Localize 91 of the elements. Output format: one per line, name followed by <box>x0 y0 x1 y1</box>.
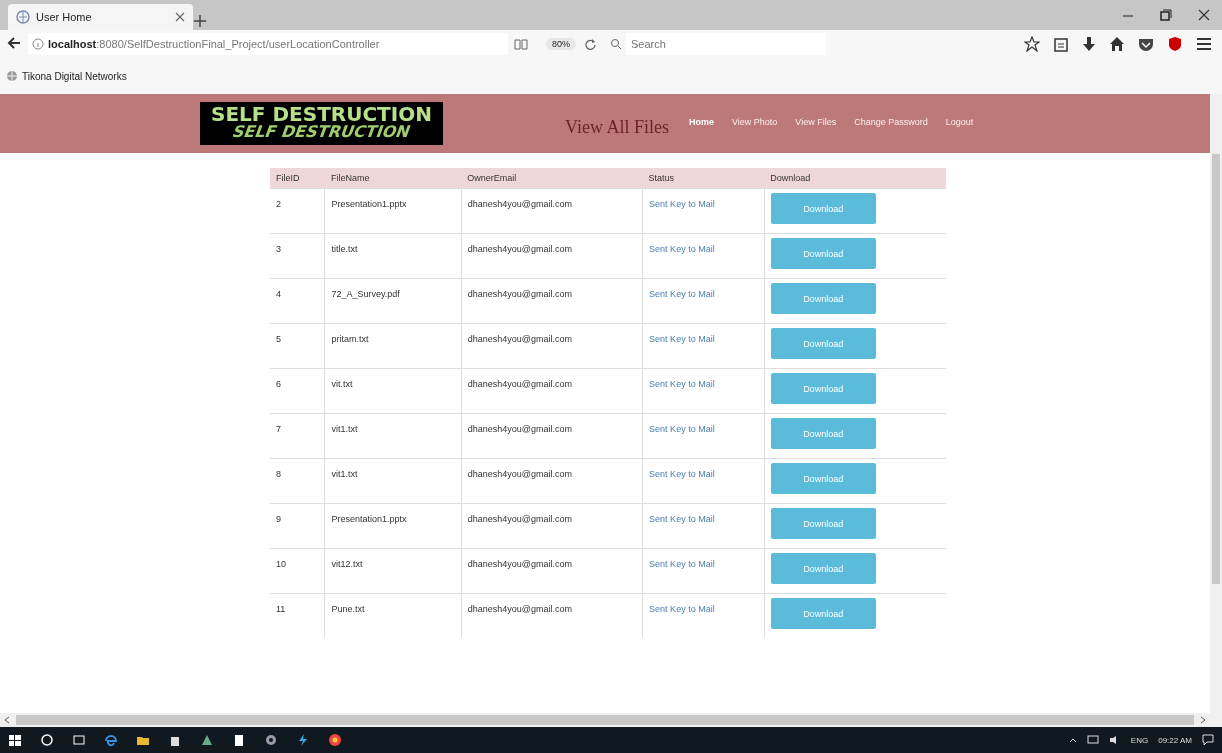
nav-link[interactable]: View Files <box>795 116 837 127</box>
nav-link[interactable]: View Photo <box>731 116 778 127</box>
status-link[interactable]: Sent Key to Mail <box>649 604 715 614</box>
clipboard-icon[interactable] <box>1054 36 1068 52</box>
status-link[interactable]: Sent Key to Mail <box>649 199 715 209</box>
column-header: Download <box>764 168 946 189</box>
lightning-icon[interactable] <box>296 733 310 747</box>
column-header: FileID <box>270 168 325 189</box>
table-cell: dhanesh4you@gmail.com <box>467 379 572 389</box>
table-cell: dhanesh4you@gmail.com <box>467 244 572 254</box>
download-icon[interactable] <box>1082 36 1096 52</box>
chrome-icon[interactable] <box>328 733 342 747</box>
table-cell: dhanesh4you@gmail.com <box>467 334 572 344</box>
vertical-scrollbar[interactable] <box>1210 94 1222 727</box>
column-header: Status <box>642 168 765 189</box>
status-link[interactable]: Sent Key to Mail <box>649 469 715 479</box>
table-cell: 2 <box>276 199 281 209</box>
page-title: View All Files <box>565 117 669 138</box>
table-cell: 6 <box>276 379 281 389</box>
table-cell: dhanesh4you@gmail.com <box>467 424 572 434</box>
windows-icon[interactable] <box>8 733 22 747</box>
browser-icon[interactable] <box>104 733 118 747</box>
table-cell: 8 <box>276 469 281 479</box>
notification-icon[interactable] <box>1202 734 1214 746</box>
search-icon <box>610 38 622 50</box>
task-view-icon[interactable] <box>72 733 86 747</box>
scroll-left-icon[interactable] <box>4 716 10 724</box>
horizontal-scrollbar[interactable] <box>0 713 1210 727</box>
nav-link[interactable]: Home <box>688 116 714 127</box>
table-cell: 3 <box>276 244 281 254</box>
scroll-right-icon[interactable] <box>1200 716 1206 724</box>
table-cell: 4 <box>276 289 281 299</box>
table-cell: 7 <box>276 424 281 434</box>
table-cell: title.txt <box>331 244 358 254</box>
home-icon[interactable] <box>1110 36 1124 52</box>
menu-icon[interactable] <box>1196 37 1212 51</box>
table-cell: dhanesh4you@gmail.com <box>467 514 572 524</box>
table-cell: dhanesh4you@gmail.com <box>467 604 572 614</box>
table-cell: Presentation1.pptx <box>331 514 407 524</box>
close-icon[interactable] <box>1198 9 1210 21</box>
table-cell: dhanesh4you@gmail.com <box>467 469 572 479</box>
shield-icon[interactable] <box>1168 36 1182 52</box>
table-cell: 72_A_Survey.pdf <box>331 289 400 299</box>
chevron-up-icon[interactable] <box>1068 737 1077 743</box>
zoom-level[interactable]: 80% <box>546 38 576 50</box>
plus-icon[interactable] <box>193 14 207 28</box>
table-cell: 11 <box>276 604 286 614</box>
status-link[interactable]: Sent Key to Mail <box>649 379 715 389</box>
table-cell: vit1.txt <box>331 424 358 434</box>
table-cell: pritam.txt <box>331 334 369 344</box>
language-indicator[interactable]: ENG <box>1130 735 1149 745</box>
table-cell: 9 <box>276 514 281 524</box>
reload-icon[interactable] <box>584 38 596 50</box>
table-cell: 10 <box>276 559 286 569</box>
table-cell: vit.txt <box>331 379 353 389</box>
clock[interactable]: 09:22 AM <box>1158 735 1192 745</box>
app-icon[interactable] <box>200 733 214 747</box>
table-cell: dhanesh4you@gmail.com <box>467 289 572 299</box>
table-cell: vit12.txt <box>331 559 363 569</box>
nav-link[interactable]: Change Password <box>854 116 928 127</box>
table-cell: dhanesh4you@gmail.com <box>467 199 572 209</box>
status-link[interactable]: Sent Key to Mail <box>649 559 715 569</box>
column-header: OwnerEmail <box>461 168 643 189</box>
bookmark-link[interactable]: Tikona Digital Networks <box>6 70 127 82</box>
network-icon[interactable] <box>1086 735 1099 745</box>
table-cell: Pune.txt <box>331 604 365 614</box>
search-field[interactable]: Search <box>626 33 826 55</box>
table-cell: dhanesh4you@gmail.com <box>467 559 572 569</box>
browser-tab[interactable]: User Home <box>8 4 193 30</box>
status-link[interactable]: Sent Key to Mail <box>649 244 715 254</box>
document-icon[interactable] <box>232 733 246 747</box>
status-link[interactable]: Sent Key to Mail <box>649 514 715 524</box>
table-cell: 5 <box>276 334 281 344</box>
book-icon[interactable] <box>514 38 528 50</box>
pocket-icon[interactable] <box>1138 36 1154 52</box>
nav-link[interactable]: Logout <box>945 116 974 127</box>
close-icon[interactable] <box>175 12 185 22</box>
table-cell: Presentation1.pptx <box>331 199 407 209</box>
back-icon[interactable] <box>6 35 22 51</box>
gear-icon[interactable] <box>264 733 278 747</box>
column-header: FileName <box>324 168 462 189</box>
logo: SELF DESTRUCTION SELF DESTRUCTION <box>200 102 443 145</box>
address-bar[interactable]: localhost:8080/SelfDestructionFinal_Project/userLocationController <box>28 33 508 55</box>
restore-icon[interactable] <box>1160 9 1172 21</box>
status-link[interactable]: Sent Key to Mail <box>649 289 715 299</box>
status-link[interactable]: Sent Key to Mail <box>649 424 715 434</box>
table-cell: vit1.txt <box>331 469 358 479</box>
status-link[interactable]: Sent Key to Mail <box>649 334 715 344</box>
circle-icon[interactable] <box>40 733 54 747</box>
info-icon <box>32 38 44 50</box>
star-icon[interactable] <box>1024 36 1040 52</box>
